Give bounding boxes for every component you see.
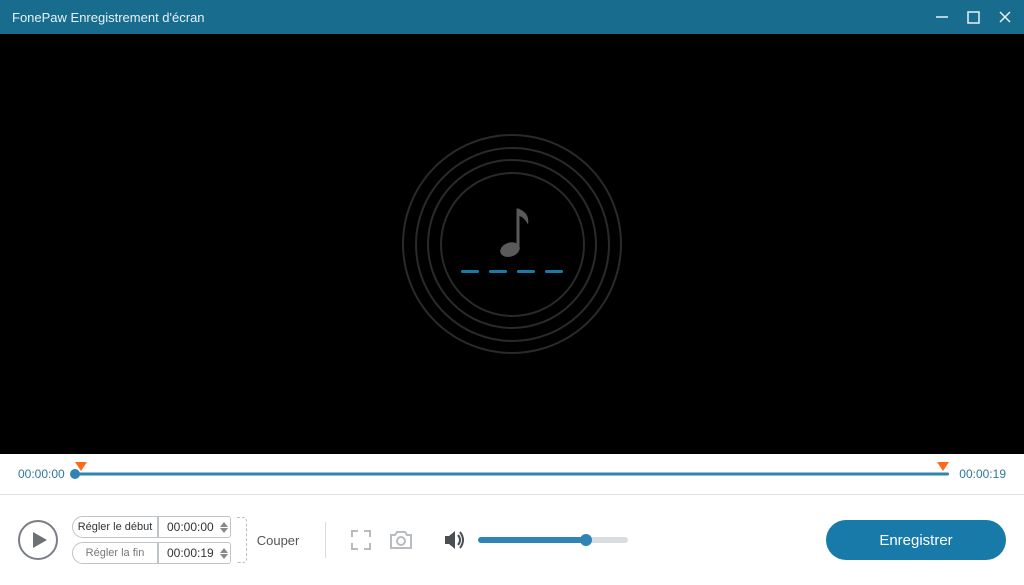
- clip-end-value: 00:00:19: [167, 546, 214, 560]
- audio-visualization: [402, 134, 622, 354]
- timeline-panel: 00:00:00 00:00:19: [0, 454, 1024, 495]
- clip-end-input[interactable]: 00:00:19: [158, 542, 231, 564]
- timeline-track[interactable]: [75, 464, 950, 484]
- volume-control: [442, 527, 628, 553]
- audio-level-bars: [461, 270, 563, 273]
- preview-area: [0, 34, 1024, 454]
- window-title: FonePaw Enregistrement d'écran: [12, 10, 935, 25]
- minimize-button[interactable]: [935, 10, 949, 24]
- music-note-icon: [488, 203, 536, 272]
- camera-icon: [389, 530, 413, 550]
- volume-slider[interactable]: [478, 537, 628, 543]
- clip-group: Régler le début 00:00:00 Régler la fin 0…: [72, 516, 303, 564]
- play-icon: [32, 531, 48, 549]
- clip-start-stepper[interactable]: [220, 522, 228, 533]
- play-button[interactable]: [18, 520, 58, 560]
- clip-end-marker[interactable]: [937, 462, 949, 471]
- separator: [325, 522, 326, 558]
- speaker-icon: [444, 530, 466, 550]
- set-end-button[interactable]: Régler la fin: [72, 542, 158, 564]
- volume-button[interactable]: [442, 527, 468, 553]
- cut-button[interactable]: Couper: [253, 533, 304, 548]
- close-button[interactable]: [998, 10, 1012, 24]
- clip-start-input[interactable]: 00:00:00: [158, 516, 231, 538]
- fullscreen-button[interactable]: [348, 527, 374, 553]
- titlebar: FonePaw Enregistrement d'écran: [0, 0, 1024, 34]
- maximize-button[interactable]: [967, 11, 980, 24]
- window-controls: [935, 10, 1012, 24]
- clip-bracket-decorator: [237, 517, 247, 563]
- controls-panel: Régler le début 00:00:00 Régler la fin 0…: [0, 495, 1024, 585]
- save-button[interactable]: Enregistrer: [826, 520, 1006, 560]
- time-end-label: 00:00:19: [959, 467, 1006, 481]
- clip-end-stepper[interactable]: [220, 548, 228, 559]
- set-start-button[interactable]: Régler le début: [72, 516, 158, 538]
- playhead[interactable]: [70, 469, 80, 479]
- clip-start-value: 00:00:00: [167, 520, 214, 534]
- time-start-label: 00:00:00: [18, 467, 65, 481]
- screenshot-button[interactable]: [388, 527, 414, 553]
- expand-icon: [350, 529, 372, 551]
